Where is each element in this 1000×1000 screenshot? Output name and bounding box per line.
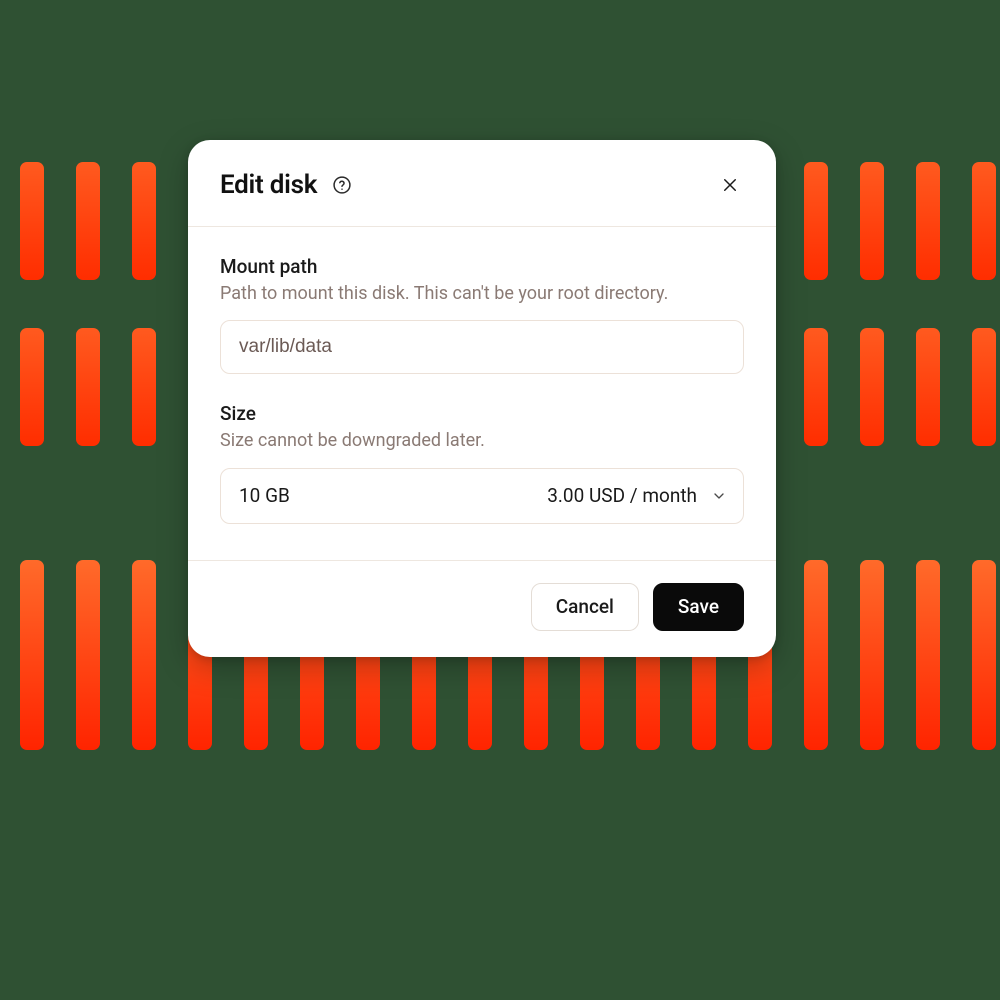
size-price: 3.00 USD / month <box>547 484 697 507</box>
mount-path-input[interactable] <box>220 320 744 374</box>
mount-path-hint: Path to mount this disk. This can't be y… <box>220 282 744 306</box>
modal-footer: Cancel Save <box>188 560 776 657</box>
cancel-button-label: Cancel <box>556 595 614 618</box>
modal-body: Mount path Path to mount this disk. This… <box>188 227 776 560</box>
mount-path-label: Mount path <box>220 255 744 278</box>
size-hint: Size cannot be downgraded later. <box>220 429 744 453</box>
help-icon[interactable] <box>331 174 353 196</box>
save-button[interactable]: Save <box>653 583 744 631</box>
size-label: Size <box>220 402 744 425</box>
modal-title: Edit disk <box>220 170 317 200</box>
size-field: Size Size cannot be downgraded later. 10… <box>220 402 744 523</box>
chevron-down-icon <box>711 488 727 504</box>
mount-path-field: Mount path Path to mount this disk. This… <box>220 255 744 374</box>
size-selected-value: 10 GB <box>239 484 290 507</box>
close-button[interactable] <box>716 171 744 199</box>
cancel-button[interactable]: Cancel <box>531 583 639 631</box>
save-button-label: Save <box>678 595 719 618</box>
modal-header: Edit disk <box>188 140 776 227</box>
size-select[interactable]: 10 GB 3.00 USD / month <box>220 468 744 524</box>
edit-disk-modal: Edit disk Mount path Path to mount this … <box>188 140 776 657</box>
